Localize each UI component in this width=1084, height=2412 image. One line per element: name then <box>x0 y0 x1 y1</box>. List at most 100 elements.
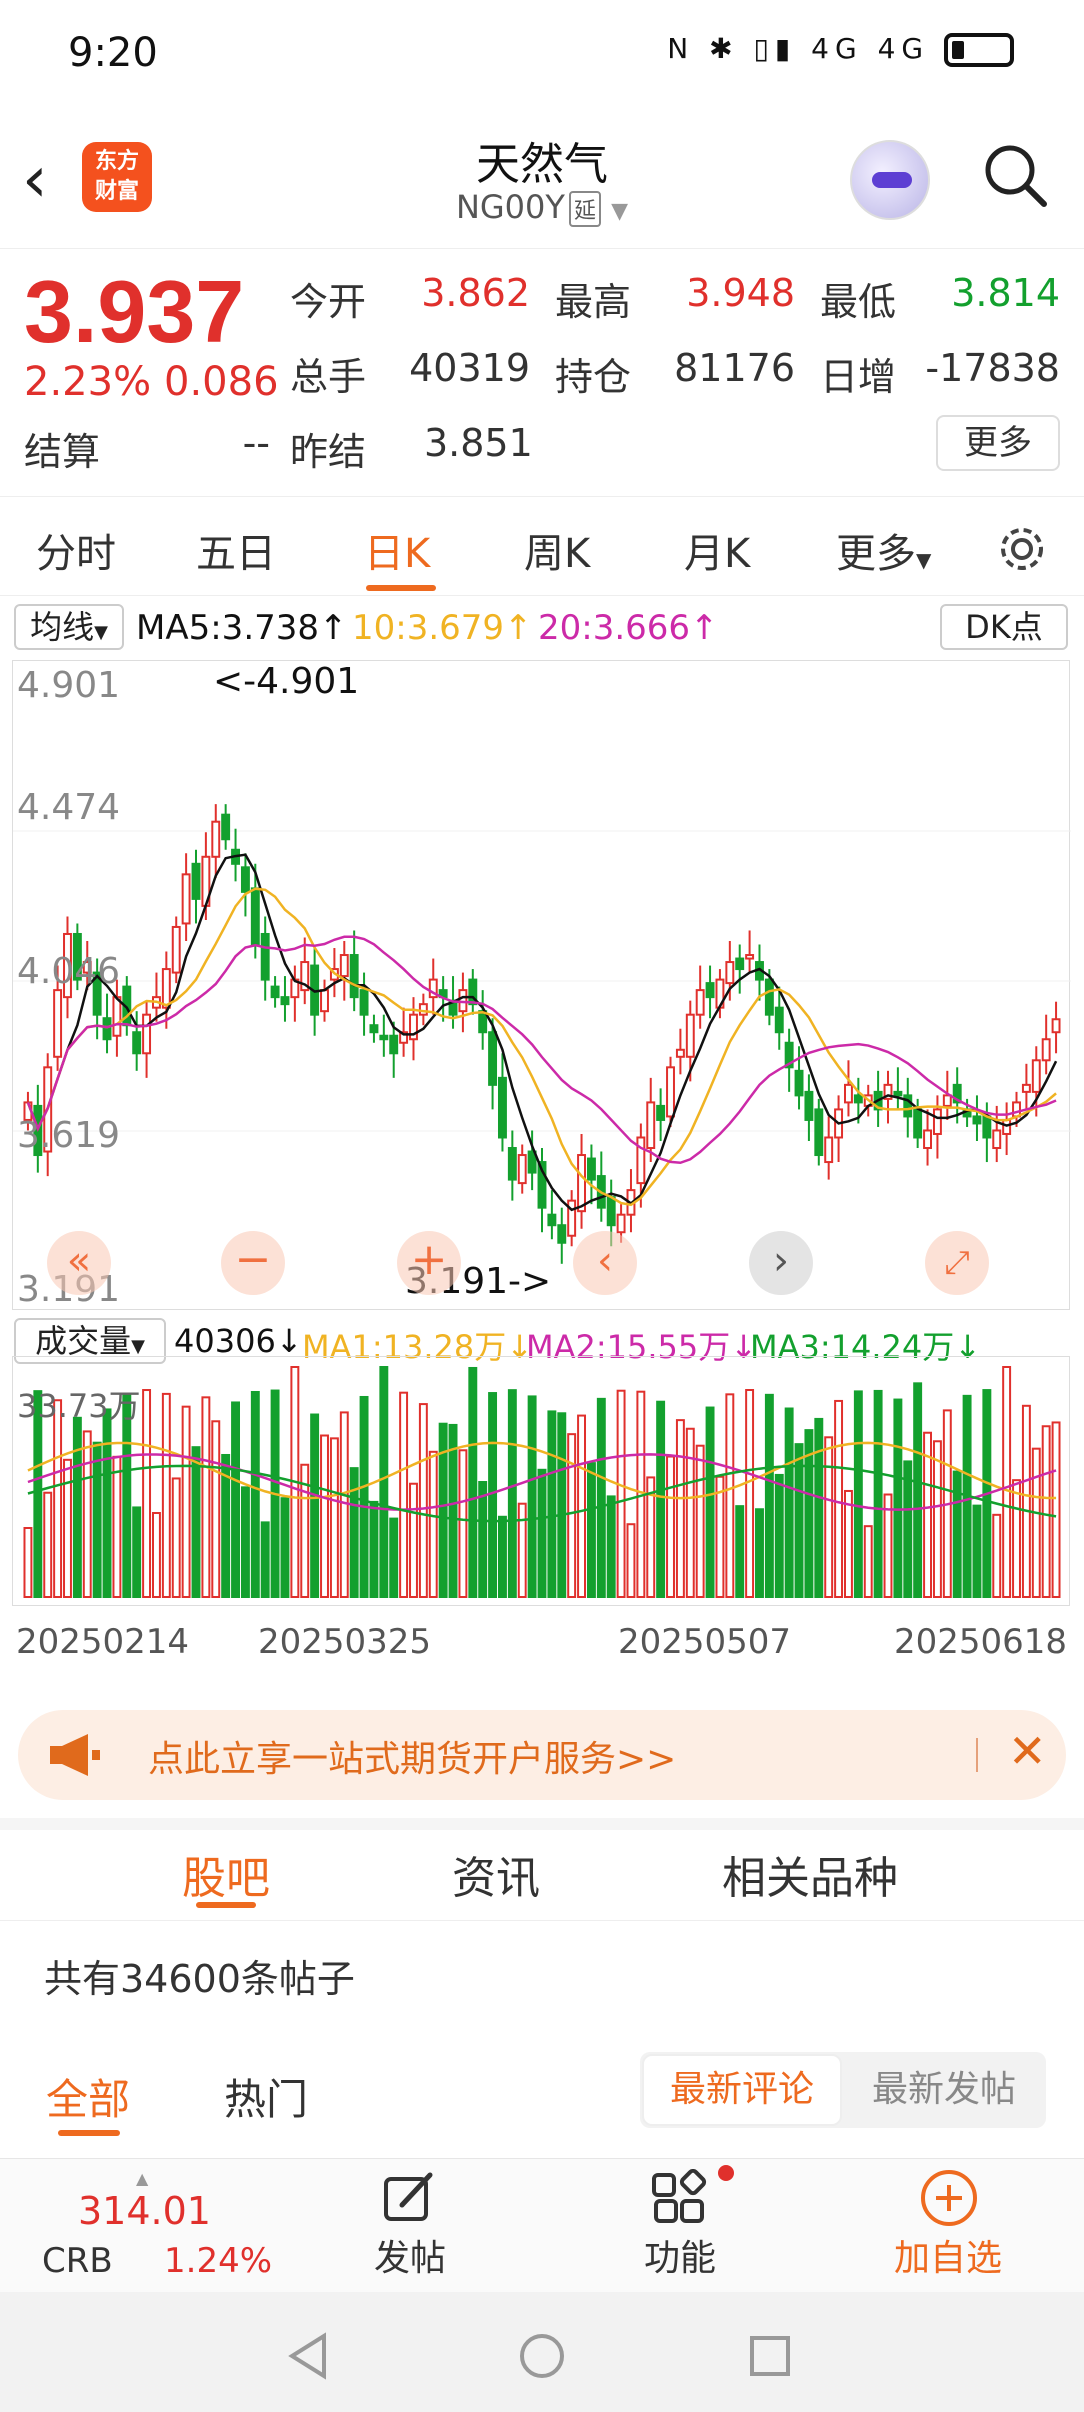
volume-bar <box>161 1392 171 1598</box>
zoom-in-button[interactable]: + <box>397 1231 461 1295</box>
ma-selector[interactable]: 均线▼ <box>14 604 124 650</box>
tab-intraday[interactable]: 分时 <box>36 521 116 579</box>
more-button[interactable]: 更多 <box>936 415 1060 471</box>
candle <box>893 1090 903 1097</box>
status-bar: 9:20 N ✱ ▯▮ 4G 4G <box>0 0 1084 110</box>
zoom-out-button[interactable]: − <box>221 1231 285 1295</box>
nav-home-icon[interactable] <box>518 2332 566 2380</box>
volume-bar <box>151 1512 161 1598</box>
volume-bar <box>853 1390 863 1599</box>
close-icon[interactable]: ✕ <box>1008 1724 1047 1778</box>
header: ‹ 东方 财富 天然气 NG00Y 延 ▼ <box>0 110 1084 245</box>
search-icon[interactable] <box>980 140 1050 210</box>
tab-more[interactable]: 更多▼ <box>836 521 931 579</box>
sort-latest-comment[interactable]: 最新评论 <box>642 2054 842 2126</box>
bottom-toolbar: ▲ 314.01 CRB 1.24% 发帖 功能 加自选 <box>0 2158 1084 2292</box>
volume-bar <box>537 1468 547 1598</box>
grid-functions-icon[interactable] <box>650 2169 710 2227</box>
volume-bar <box>507 1389 517 1598</box>
caret-icon: ▼ <box>916 548 932 572</box>
section-divider <box>0 1818 1084 1830</box>
subtab-all[interactable]: 全部 <box>46 2066 130 2127</box>
nav-back-icon[interactable] <box>286 2332 330 2380</box>
date-label-0: 20250214 <box>16 1622 190 1662</box>
candle <box>557 1224 567 1244</box>
candle <box>517 1154 527 1185</box>
volume-bar <box>458 1449 468 1598</box>
volume-bar <box>1012 1479 1021 1598</box>
functions-button[interactable]: 功能 <box>644 2229 716 2281</box>
add-circle-icon[interactable] <box>918 2167 980 2229</box>
fullscreen-icon[interactable]: ⤢ <box>925 1231 989 1295</box>
volume-bar <box>43 1491 53 1598</box>
settle-value: -- <box>242 421 270 465</box>
kline-chart[interactable]: 4.901 4.474 4.046 3.619 3.191 <-4.901 3.… <box>12 660 1071 1310</box>
caret-icon: ▼ <box>94 622 108 643</box>
candle <box>616 1213 626 1234</box>
candle <box>191 862 201 900</box>
banner-separator <box>976 1738 978 1772</box>
dk-point-button[interactable]: DK点 <box>940 604 1068 650</box>
open-value: 3.862 <box>421 271 530 315</box>
nav-recents-icon[interactable] <box>748 2334 792 2378</box>
volume-bar <box>557 1412 567 1598</box>
volume-bar <box>359 1395 369 1598</box>
change-amount: 0.086 <box>164 359 279 405</box>
last-price: 3.937 <box>24 262 245 361</box>
tab-related[interactable]: 相关品种 <box>722 1842 898 1906</box>
volume-bar <box>409 1482 418 1598</box>
volume-bar <box>428 1450 438 1598</box>
tab-monthly-k[interactable]: 月K <box>684 521 750 579</box>
promo-banner[interactable]: 点此立享一站式期货开户服务>> ✕ <box>18 1710 1066 1800</box>
candle <box>260 932 270 981</box>
candle <box>458 989 468 1013</box>
subtab-hot[interactable]: 热门 <box>224 2066 308 2127</box>
volume-bar <box>1041 1425 1051 1598</box>
volume-bar <box>211 1420 221 1599</box>
candle <box>507 1147 517 1181</box>
settle-label: 结算 <box>24 430 101 474</box>
scroll-right-button[interactable]: › <box>749 1231 813 1295</box>
open-label: 今开 <box>290 280 367 324</box>
assistant-robot-icon[interactable] <box>850 140 930 220</box>
candle <box>586 1157 596 1181</box>
high-label: 最高 <box>555 280 632 324</box>
volume-bar <box>705 1406 715 1598</box>
oi-label: 持仓 <box>555 355 632 399</box>
edit-post-icon[interactable] <box>380 2169 438 2227</box>
megaphone-icon <box>50 1734 100 1776</box>
tab-weekly-k[interactable]: 周K <box>524 521 590 579</box>
volume-bar <box>389 1517 399 1598</box>
volume-bar <box>972 1504 982 1599</box>
volume-bar <box>666 1455 675 1598</box>
sort-latest-post[interactable]: 最新发帖 <box>844 2054 1044 2126</box>
candle <box>112 996 122 1037</box>
volume-current: 40306↓ <box>174 1322 303 1360</box>
candle <box>685 1013 695 1058</box>
volume-chart[interactable]: 33.73万 <box>12 1356 1070 1606</box>
tab-five-day[interactable]: 五日 <box>196 521 276 579</box>
tab-daily-k[interactable]: 日K <box>364 521 430 579</box>
add-watchlist-button[interactable]: 加自选 <box>894 2229 1002 2281</box>
crb-value[interactable]: 314.01 <box>78 2189 211 2233</box>
post-button[interactable]: 发帖 <box>374 2229 446 2281</box>
oi-change-label: 日增 <box>820 355 897 399</box>
tab-guba[interactable]: 股吧 <box>182 1842 270 1906</box>
volume-bar <box>764 1393 774 1598</box>
crb-percent: 1.24% <box>164 2241 273 2281</box>
volume-bar <box>1051 1421 1061 1598</box>
volume-bar <box>695 1444 705 1598</box>
candle <box>972 1115 982 1125</box>
oi-change-value: -17838 <box>925 346 1060 390</box>
tab-news[interactable]: 资讯 <box>452 1842 540 1906</box>
volume-value: 40319 <box>409 346 530 390</box>
candle <box>1002 1118 1012 1135</box>
volume-bar <box>863 1525 873 1598</box>
candle <box>932 1108 942 1135</box>
candle <box>764 978 774 1016</box>
volume-bar <box>547 1410 557 1598</box>
scroll-left-button[interactable]: ‹ <box>573 1231 637 1295</box>
settings-gear-icon[interactable] <box>994 521 1050 577</box>
candle <box>161 968 171 1009</box>
scroll-left-fast-button[interactable]: « <box>47 1231 111 1295</box>
